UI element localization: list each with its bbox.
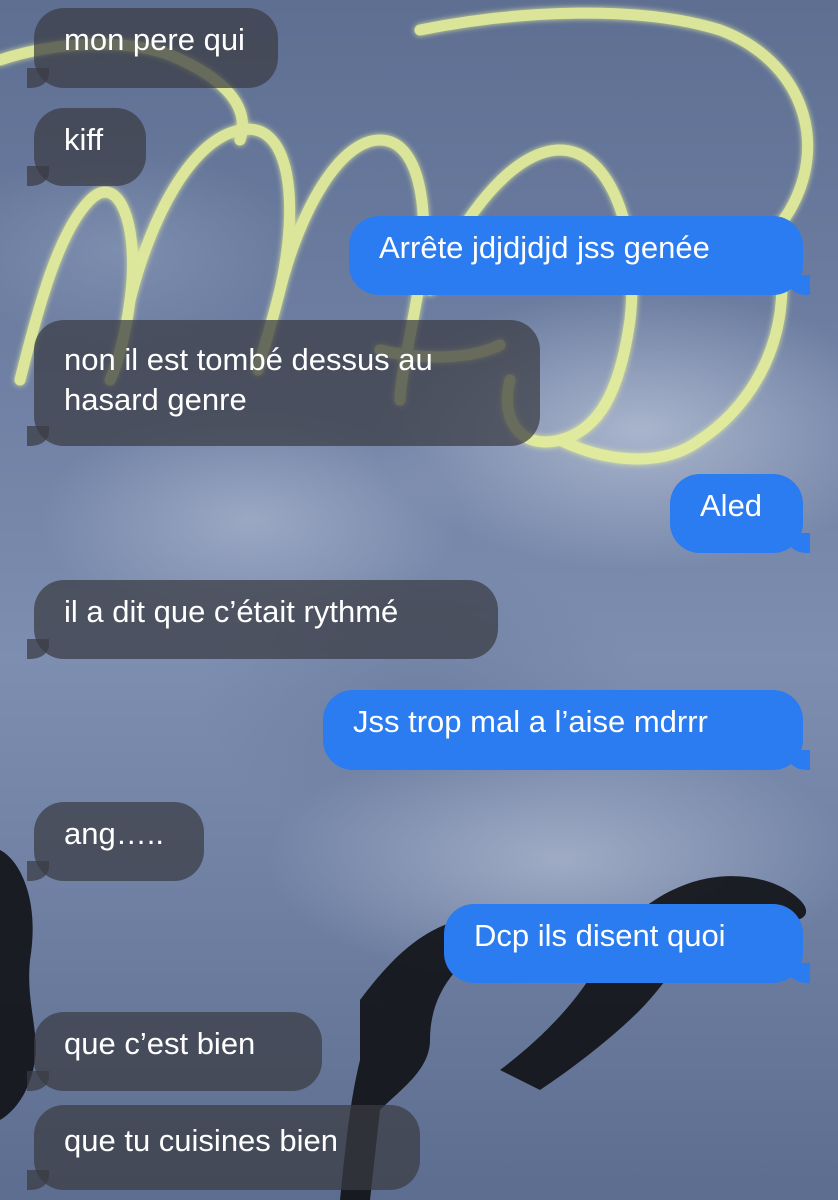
message-text: il a dit que c’était rythmé [64, 594, 399, 629]
message-bubble-received[interactable]: kiff [27, 108, 146, 186]
message-bubble-sent[interactable]: Aled [670, 474, 810, 553]
message-bubble-received[interactable]: non il est tombé dessus au hasard genre [27, 320, 540, 446]
message-text: Jss trop mal a l’aise mdrrr [353, 704, 708, 739]
message-text: ang….. [64, 816, 164, 851]
message-bubble-sent[interactable]: Jss trop mal a l’aise mdrrr [323, 690, 810, 770]
message-text: mon pere qui [64, 22, 245, 57]
message-text: non il est tombé dessus au hasard genre [64, 342, 433, 417]
message-text: kiff [64, 122, 104, 157]
message-text: Aled [700, 488, 763, 523]
message-bubble-received[interactable]: ang….. [27, 802, 204, 881]
message-text: que c’est bien [64, 1026, 256, 1061]
message-bubble-received[interactable]: que tu cuisines bien [27, 1105, 420, 1190]
message-text: Dcp ils disent quoi [474, 918, 726, 953]
message-text: Arrête jdjdjdjd jss genée [379, 230, 710, 265]
message-bubble-sent[interactable]: Dcp ils disent quoi [444, 904, 810, 983]
message-text: que tu cuisines bien [64, 1123, 339, 1158]
message-bubble-received[interactable]: mon pere qui [27, 8, 278, 88]
message-bubble-sent[interactable]: Arrête jdjdjdjd jss genée [349, 216, 810, 295]
message-bubble-received[interactable]: que c’est bien [27, 1012, 322, 1091]
message-bubble-received[interactable]: il a dit que c’était rythmé [27, 580, 498, 659]
